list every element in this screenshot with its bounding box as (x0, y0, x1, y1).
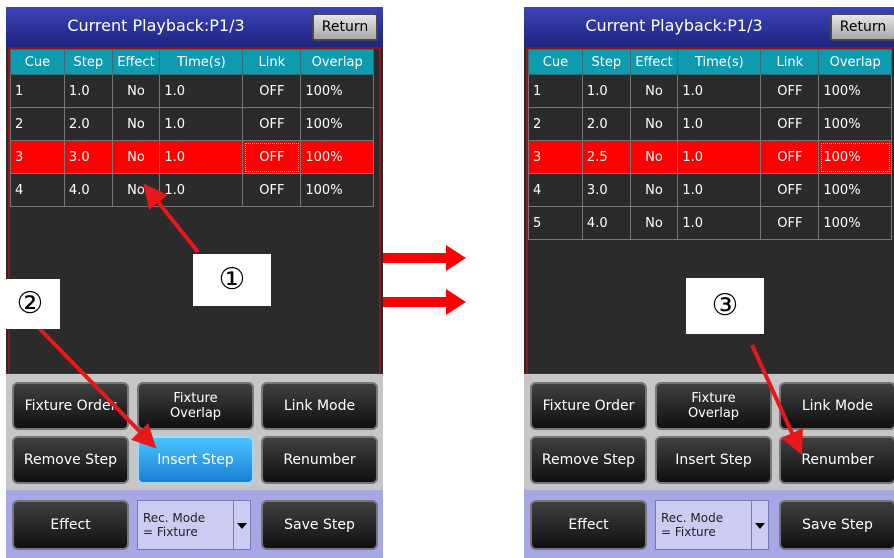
annotation-marker-3: ③ (686, 278, 764, 334)
arrow-to-renumber (750, 344, 803, 455)
transition-arrow-bottom (383, 289, 466, 315)
annotation-marker-1: ① (193, 254, 271, 306)
annotation-marker-2: ② (0, 279, 60, 329)
arrow-to-insert-step (31, 320, 157, 449)
arrow-to-effect-cell (143, 183, 200, 254)
transition-arrow-top (383, 245, 466, 271)
